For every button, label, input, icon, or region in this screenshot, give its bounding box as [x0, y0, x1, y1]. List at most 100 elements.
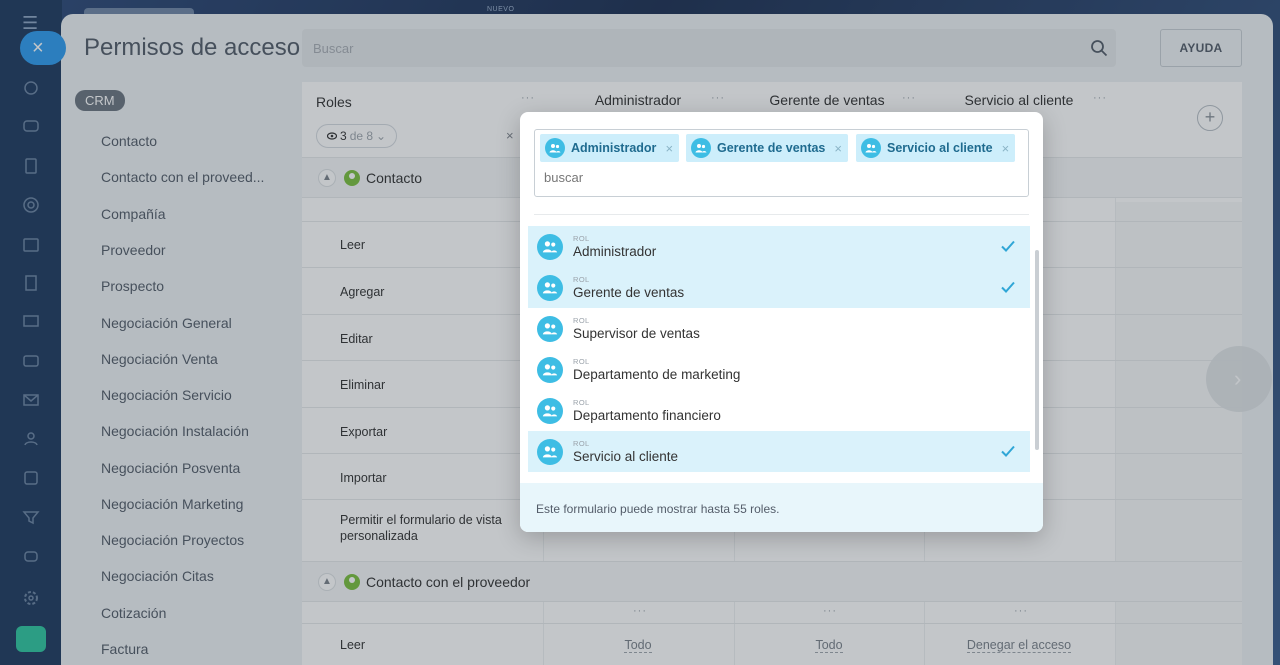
- menu-item-factura[interactable]: Factura: [101, 641, 281, 657]
- search-input[interactable]: [302, 29, 1116, 67]
- board-icon[interactable]: [21, 312, 41, 332]
- menu-item-prospecto[interactable]: Prospecto: [101, 278, 281, 294]
- role-option-name: Departamento de marketing: [573, 366, 741, 382]
- popup-scrollbar[interactable]: [1035, 250, 1039, 450]
- role-kind-label: ROL: [573, 438, 590, 448]
- role-kind-label: ROL: [573, 397, 590, 407]
- popup-footer-note: Este formulario puede mostrar hasta 55 r…: [520, 483, 1043, 532]
- eye-icon: [327, 132, 337, 140]
- chevron-up-icon[interactable]: ▲: [318, 572, 336, 591]
- card-icon[interactable]: [21, 351, 41, 371]
- document-icon[interactable]: [21, 156, 41, 176]
- gear-icon[interactable]: [21, 588, 41, 608]
- permission-value[interactable]: Denegar el acceso: [924, 638, 1114, 653]
- rocket-icon[interactable]: [16, 626, 46, 652]
- permission-label: Leer: [340, 638, 366, 652]
- menu-item-negociacion-servicio[interactable]: Negociación Servicio: [101, 387, 281, 403]
- column-header-gerente-de-ventas: Gerente de ventas: [769, 92, 885, 108]
- robot-icon[interactable]: [21, 546, 41, 566]
- role-tag-servicio-al-cliente: Servicio al cliente ×: [856, 134, 1016, 162]
- column-header-administrador: Administrador: [594, 92, 682, 108]
- column-header-servicio-al-cliente: Servicio al cliente: [964, 92, 1074, 108]
- new-badge: NUEVO: [487, 6, 515, 13]
- chevron-up-icon[interactable]: ▲: [318, 168, 336, 187]
- roles-filter-total: de 8: [349, 129, 374, 143]
- menu-item-negociacion-venta[interactable]: Negociación Venta: [101, 351, 281, 367]
- column-more-icon[interactable]: ···: [1093, 92, 1107, 104]
- permission-label: Agregar: [340, 285, 385, 299]
- group-icon: [537, 274, 563, 301]
- section-header-contacto-proveedor[interactable]: ▲ Contacto con el proveedor: [302, 562, 1242, 602]
- role-tag-label: Servicio al cliente: [887, 141, 993, 155]
- flame-icon[interactable]: [21, 78, 41, 98]
- roles-filter-count: 3: [340, 129, 347, 143]
- calendar-icon[interactable]: [21, 234, 41, 254]
- group-icon: [537, 397, 563, 424]
- column-more-icon[interactable]: ···: [1014, 605, 1028, 617]
- role-option-gerente-de-ventas[interactable]: ROL Gerente de ventas: [528, 267, 1030, 308]
- remove-tag-icon[interactable]: ×: [834, 141, 842, 156]
- column-more-icon[interactable]: ···: [633, 605, 647, 617]
- menu-item-proveedor[interactable]: Proveedor: [101, 242, 281, 258]
- role-option-departamento-financiero[interactable]: ROL Departamento financiero: [528, 390, 1030, 431]
- group-icon: [691, 138, 711, 158]
- role-search-input[interactable]: [544, 170, 844, 185]
- table-row: Leer Todo Todo Denegar el acceso: [302, 624, 1242, 665]
- permission-value[interactable]: Todo: [543, 638, 733, 653]
- search-icon[interactable]: [1090, 39, 1108, 57]
- check-icon: [1001, 281, 1015, 293]
- scroll-right-button[interactable]: ›: [1206, 346, 1272, 412]
- target-icon[interactable]: [21, 195, 41, 215]
- check-icon: [1001, 445, 1015, 457]
- role-option-name: Departamento financiero: [573, 407, 721, 423]
- funnel-icon[interactable]: [21, 507, 41, 527]
- menu-item-negociacion-marketing[interactable]: Negociación Marketing: [101, 496, 281, 512]
- table-row: ··· ··· ···: [302, 602, 1242, 624]
- role-option-name: Gerente de ventas: [573, 284, 685, 300]
- role-option-supervisor-de-ventas[interactable]: ROL Supervisor de ventas: [528, 308, 1030, 349]
- add-role-button[interactable]: +: [1197, 105, 1223, 131]
- role-option-name: Administrador: [573, 243, 657, 259]
- group-icon: [537, 438, 563, 465]
- crm-group-badge[interactable]: CRM: [75, 90, 125, 111]
- permission-label: Importar: [340, 471, 387, 485]
- role-tag-administrador: Administrador ×: [540, 134, 680, 162]
- menu-item-negociacion-citas[interactable]: Negociación Citas: [101, 568, 281, 584]
- menu-item-compania[interactable]: Compañía: [101, 206, 281, 222]
- clear-filter-icon[interactable]: ×: [506, 128, 514, 143]
- help-button[interactable]: AYUDA: [1160, 29, 1242, 67]
- remove-tag-icon[interactable]: ×: [665, 141, 673, 156]
- users-icon[interactable]: [21, 429, 41, 449]
- permission-value[interactable]: Todo: [734, 638, 924, 653]
- menu-icon[interactable]: ☰: [22, 14, 38, 32]
- mail-icon[interactable]: [21, 390, 41, 410]
- checkbox-icon[interactable]: [21, 468, 41, 488]
- roles-header-label: Roles: [316, 94, 352, 110]
- selected-roles-box[interactable]: Administrador × Gerente de ventas × Serv…: [534, 129, 1029, 197]
- group-icon: [545, 138, 565, 158]
- file-icon[interactable]: [21, 273, 41, 293]
- page-title: Permisos de acceso: [84, 34, 301, 61]
- menu-item-contacto[interactable]: Contacto: [101, 133, 281, 149]
- role-option-administrador[interactable]: ROL Administrador: [528, 226, 1030, 267]
- menu-item-negociacion-instalacion[interactable]: Negociación Instalación: [101, 423, 281, 439]
- permission-label: Exportar: [340, 425, 388, 439]
- column-more-icon[interactable]: ···: [711, 92, 725, 104]
- role-option-departamento-de-marketing[interactable]: ROL Departamento de marketing: [528, 349, 1030, 390]
- menu-item-negociacion-posventa[interactable]: Negociación Posventa: [101, 460, 281, 476]
- entity-menu: CRM Contacto Contacto con el proveed... …: [75, 90, 285, 657]
- roles-more-icon[interactable]: ···: [521, 92, 535, 104]
- menu-item-negociacion-proyectos[interactable]: Negociación Proyectos: [101, 532, 281, 548]
- remove-tag-icon[interactable]: ×: [1002, 141, 1010, 156]
- section-label: Contacto: [366, 169, 423, 186]
- role-option-servicio-al-cliente[interactable]: ROL Servicio al cliente: [528, 431, 1030, 472]
- menu-item-cotizacion[interactable]: Cotización: [101, 605, 281, 621]
- permission-label: Leer: [340, 238, 366, 252]
- column-more-icon[interactable]: ···: [902, 92, 916, 104]
- column-more-icon[interactable]: ···: [823, 605, 837, 617]
- menu-item-contacto-proveedor[interactable]: Contacto con el proveed...: [101, 169, 281, 185]
- roles-filter-pill[interactable]: 3 de 8 ⌄: [316, 124, 398, 148]
- chat-icon[interactable]: [21, 117, 41, 137]
- close-panel-button[interactable]: ×: [20, 31, 66, 65]
- menu-item-negociacion-general[interactable]: Negociación General: [101, 315, 281, 331]
